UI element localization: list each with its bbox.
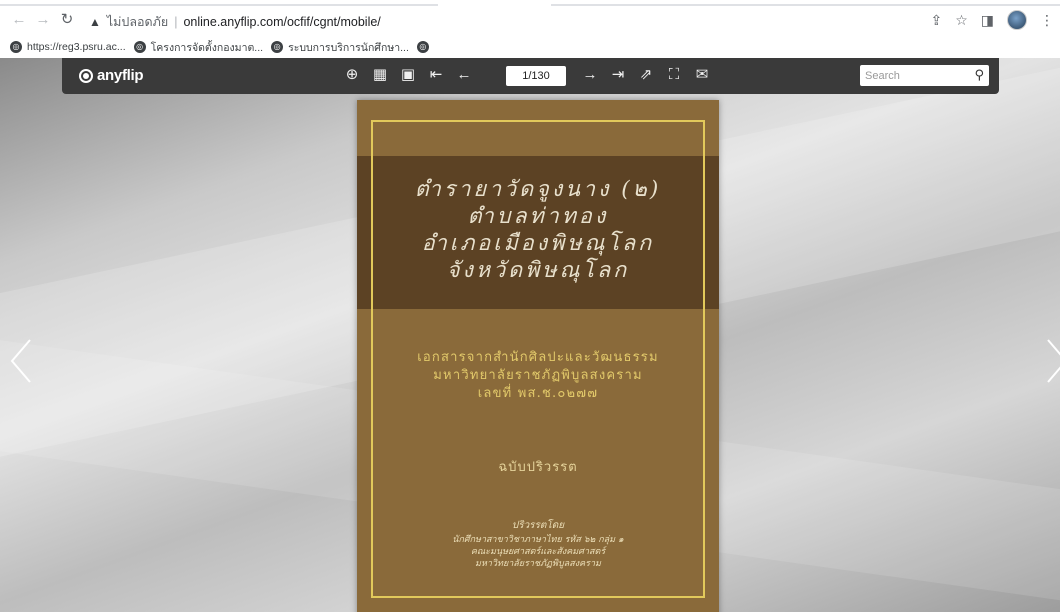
- bookmark-item[interactable]: ◎ ระบบการบริการนักศึกษา...: [271, 39, 409, 56]
- title-line: ตำบลท่าทอง: [467, 204, 609, 229]
- tab-strip: [0, 0, 1060, 7]
- globe-icon: ◎: [10, 41, 22, 53]
- next-page-icon[interactable]: →: [582, 66, 598, 84]
- fullscreen-icon[interactable]: ⛶: [666, 66, 682, 84]
- url-text: online.anyflip.com/ocfif/cgnt/mobile/: [183, 15, 381, 29]
- credit-line: ปริวรรตโดย: [511, 520, 565, 531]
- profile-avatar[interactable]: [1007, 10, 1027, 30]
- anyflip-logo[interactable]: anyflip: [79, 67, 144, 84]
- bookmark-label: ระบบการบริการนักศึกษา...: [288, 41, 409, 54]
- subtitle-line: เลขที่ พส.ช.๐๒๗๗: [477, 386, 599, 401]
- globe-icon: ◎: [271, 41, 284, 53]
- title-line: ตำรายาวัดจูงนาง (๒): [414, 177, 662, 202]
- cover-subtitle: เอกสารจากสำนักศิลปะและวัฒนธรรม มหาวิทยาล…: [357, 349, 719, 403]
- subtitle-line: เอกสารจากสำนักศิลปะและวัฒนธรรม: [417, 350, 659, 365]
- page-indicator[interactable]: 1/130: [506, 66, 566, 86]
- browser-toolbar-right: ⇪ ☆ ◨ ⋮: [930, 10, 1054, 30]
- last-page-icon[interactable]: ⇥: [610, 66, 626, 84]
- bookmark-item[interactable]: ◎: [416, 41, 434, 53]
- previous-arrow[interactable]: [8, 338, 34, 384]
- url-field[interactable]: ▲ ไม่ปลอดภัย | online.anyflip.com/ocfif/…: [89, 12, 381, 32]
- back-icon[interactable]: ←: [10, 11, 28, 29]
- toolbar-right-group: → ⇥ ⇗ ⛶ ✉: [582, 66, 710, 84]
- search-field[interactable]: ⚲: [860, 65, 989, 86]
- bookmark-label: https://reg3.psru.ac...: [27, 41, 126, 53]
- title-line: จังหวัดพิษณุโลก: [446, 258, 630, 283]
- book-cover-page[interactable]: ตำรายาวัดจูงนาง (๒) ตำบลท่าทอง อำเภอเมือ…: [357, 100, 719, 612]
- bookmark-label: โครงการจัดตั้งกองมาต...: [150, 41, 264, 54]
- forward-icon[interactable]: →: [34, 11, 52, 29]
- url-separator: |: [174, 15, 178, 29]
- reload-icon[interactable]: ↻: [58, 11, 76, 29]
- flipbook-viewer: anyflip ⊕ ▦ ▣ ⇤ ← 1/130 → ⇥ ⇗ ⛶ ✉ ⚲: [0, 58, 1060, 612]
- star-icon[interactable]: ☆: [955, 12, 968, 29]
- globe-icon: ◎: [416, 41, 429, 53]
- browser-address-bar: ← → ↻ ▲ ไม่ปลอดภัย | online.anyflip.com/…: [0, 0, 1060, 36]
- chevron-left-icon: [10, 339, 31, 383]
- subtitle-line: มหาวิทยาลัยราชภัฏพิบูลสงคราม: [433, 368, 643, 383]
- logo-text: anyflip: [97, 67, 144, 84]
- toolbar-left-group: ⊕ ▦ ▣ ⇤ ←: [344, 66, 472, 84]
- credit-line: นักศึกษาสาขาวิชาภาษาไทย รหัส ๖๒ กลุ่ม ๑: [452, 535, 624, 545]
- bookmarks-bar: ◎ https://reg3.psru.ac... ◎ โครงการจัดตั…: [0, 36, 1060, 58]
- anyflip-logo-icon: [79, 68, 93, 83]
- tab-divider: [0, 4, 438, 6]
- share-icon[interactable]: ⇗: [638, 66, 654, 84]
- credit-line: มหาวิทยาลัยราชภัฏพิบูลสงคราม: [475, 559, 601, 569]
- warning-icon[interactable]: ▲: [89, 15, 101, 29]
- chevron-right-icon: [1047, 339, 1060, 383]
- cover-edition: ฉบับปริวรรต: [498, 460, 578, 475]
- share-icon[interactable]: ⇪: [930, 12, 942, 29]
- globe-icon: ◎: [133, 41, 146, 53]
- menu-kebab-icon[interactable]: ⋮: [1040, 12, 1054, 29]
- credit-line: คณะมนุษยศาสตร์และสังคมศาสตร์: [470, 547, 606, 557]
- search-input[interactable]: [865, 67, 965, 84]
- viewer-toolbar: anyflip ⊕ ▦ ▣ ⇤ ← 1/130 → ⇥ ⇗ ⛶ ✉ ⚲: [62, 58, 999, 94]
- search-icon[interactable]: ⚲: [974, 67, 984, 83]
- first-page-icon[interactable]: ⇤: [428, 66, 444, 84]
- title-line: อำเภอเมืองพิษณุโลก: [421, 231, 655, 256]
- thumbnails-icon[interactable]: ▦: [372, 66, 388, 84]
- insecure-label: ไม่ปลอดภัย: [106, 15, 169, 29]
- zoom-in-icon[interactable]: ⊕: [344, 66, 360, 84]
- bookmark-item[interactable]: ◎ โครงการจัดตั้งกองมาต...: [133, 39, 264, 56]
- tab-divider: [551, 4, 1060, 6]
- bookmark-item[interactable]: ◎ https://reg3.psru.ac...: [10, 41, 126, 53]
- single-page-icon[interactable]: ▣: [400, 66, 416, 84]
- previous-page-icon[interactable]: ←: [456, 66, 472, 84]
- side-panel-icon[interactable]: ◨: [981, 12, 994, 29]
- cover-credits: ปริวรรตโดย นักศึกษาสาขาวิชาภาษาไทย รหัส …: [357, 520, 719, 570]
- next-arrow[interactable]: [1044, 338, 1060, 384]
- email-icon[interactable]: ✉: [694, 66, 710, 84]
- cover-title: ตำรายาวัดจูงนาง (๒) ตำบลท่าทอง อำเภอเมือ…: [357, 176, 719, 284]
